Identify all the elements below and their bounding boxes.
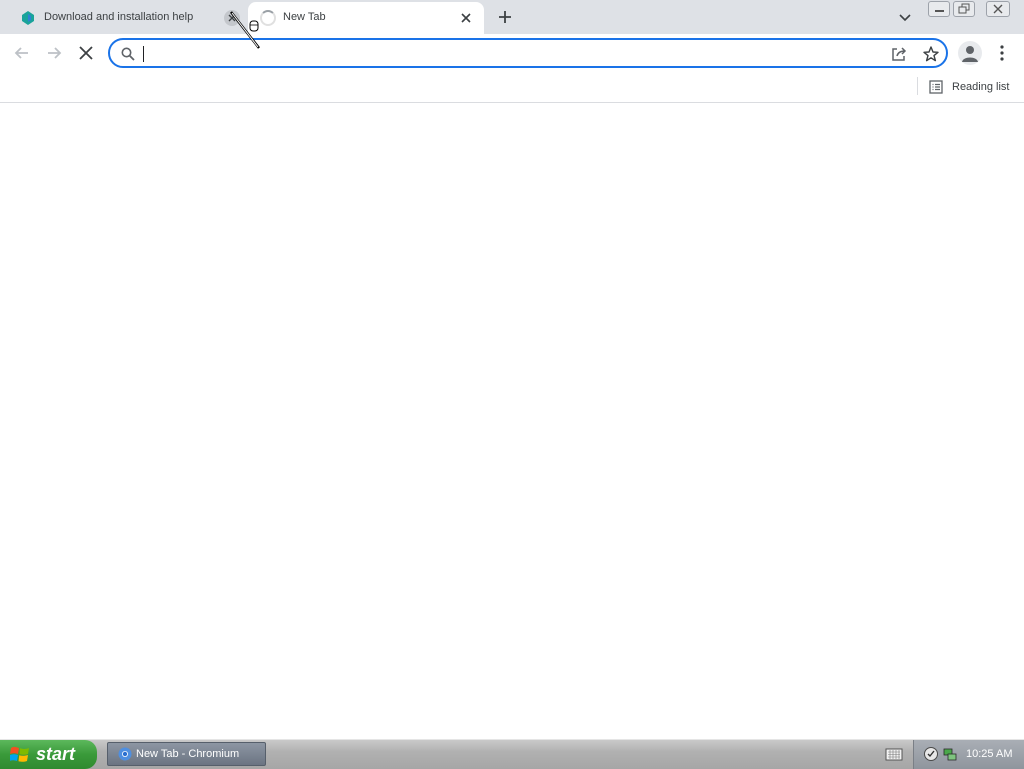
minimize-icon: [935, 10, 944, 12]
site-favicon-icon: [22, 11, 34, 25]
security-shield-icon[interactable]: [923, 746, 939, 762]
divider: [917, 77, 918, 95]
tab-new-tab[interactable]: New Tab: [248, 2, 484, 34]
tab-title: Download and installation help: [44, 11, 194, 23]
profile-button[interactable]: [958, 41, 982, 65]
text-caret: [143, 46, 144, 62]
start-button[interactable]: start: [0, 740, 97, 769]
system-tray: 10:25 AM: [913, 740, 1024, 769]
taskbar: start New Tab - Chromium 10:25 AM: [0, 739, 1024, 769]
close-icon: [993, 4, 1003, 14]
reading-list-icon: [929, 80, 943, 94]
tab-strip: Download and installation help New Tab: [0, 0, 1024, 34]
windows-logo-icon: [10, 746, 29, 762]
taskbar-item-label: New Tab - Chromium: [136, 748, 240, 760]
close-tab-icon[interactable]: [458, 10, 474, 26]
minimize-button[interactable]: [928, 1, 950, 17]
search-icon: [121, 47, 135, 61]
close-window-button[interactable]: [986, 1, 1010, 17]
forward-arrow-icon[interactable]: [43, 42, 65, 64]
network-icon[interactable]: [942, 746, 958, 762]
tab-download-help[interactable]: Download and installation help: [8, 2, 248, 34]
mouse-cursor-icon: [230, 11, 260, 49]
reading-list-button[interactable]: Reading list: [928, 76, 1009, 98]
star-icon[interactable]: [922, 45, 940, 63]
tab-title: New Tab: [283, 11, 326, 23]
bookmarks-bar: Reading list: [0, 72, 1024, 103]
clock: 10:25 AM: [966, 748, 1013, 760]
avatar-icon: [962, 46, 978, 62]
start-label: start: [36, 744, 76, 764]
plus-icon[interactable]: [496, 8, 514, 26]
share-icon[interactable]: [890, 45, 908, 63]
restore-button[interactable]: [953, 1, 975, 17]
reading-list-label: Reading list: [952, 81, 1010, 93]
restore-icon: [958, 3, 970, 14]
page-content[interactable]: [0, 103, 1024, 739]
keyboard-icon[interactable]: [885, 746, 903, 762]
chevron-down-icon[interactable]: [897, 9, 913, 25]
back-arrow-icon[interactable]: [11, 42, 33, 64]
chromium-icon: [118, 747, 132, 761]
browser-toolbar: [0, 34, 1024, 72]
taskbar-item-chromium[interactable]: New Tab - Chromium: [107, 742, 266, 766]
stop-loading-icon[interactable]: [75, 42, 97, 64]
kebab-menu-icon[interactable]: [993, 42, 1011, 64]
